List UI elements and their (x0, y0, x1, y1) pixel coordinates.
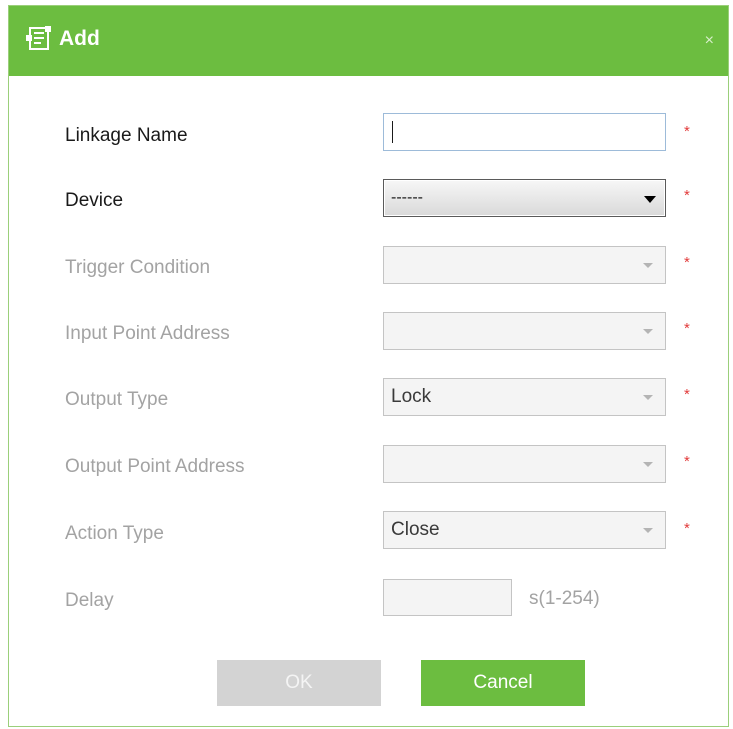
required-mark: * (684, 123, 690, 140)
cancel-button[interactable]: Cancel (421, 660, 585, 706)
required-mark: * (684, 520, 690, 537)
device-select[interactable]: ------ (383, 179, 666, 217)
action-type-select[interactable]: Close (383, 511, 666, 549)
required-mark: * (684, 320, 690, 337)
input-point-address-select[interactable] (383, 312, 666, 350)
trigger-condition-label: Trigger Condition (65, 257, 211, 278)
required-mark: * (684, 187, 690, 204)
delay-input[interactable] (383, 579, 512, 616)
dialog-body: Linkage Name * Device ------ * Trigger C… (9, 76, 728, 726)
dialog-title: Add (59, 27, 100, 50)
chevron-down-icon (643, 528, 653, 533)
device-select-value: ------ (391, 189, 423, 206)
chevron-down-icon (643, 329, 653, 334)
device-label: Device (65, 190, 124, 211)
input-point-address-label: Input Point Address (65, 323, 230, 344)
output-point-address-select[interactable] (383, 445, 666, 483)
text-caret (392, 121, 393, 143)
add-dialog: Add × Linkage Name * Device ------ * Tri… (8, 5, 729, 727)
output-type-label: Output Type (65, 389, 169, 410)
required-mark: * (684, 386, 690, 403)
output-type-select[interactable]: Lock (383, 378, 666, 416)
delay-label: Delay (65, 590, 114, 611)
chevron-down-icon (643, 462, 653, 467)
delay-unit-text: s(1-254) (529, 588, 600, 609)
required-mark: * (684, 254, 690, 271)
action-type-value: Close (391, 519, 440, 540)
linkage-name-input[interactable] (383, 113, 666, 151)
ok-button[interactable]: OK (217, 660, 381, 706)
action-type-label: Action Type (65, 523, 164, 544)
chevron-down-icon (644, 196, 656, 203)
output-point-address-label: Output Point Address (65, 456, 245, 477)
trigger-condition-select[interactable] (383, 246, 666, 284)
form-edit-icon (26, 25, 52, 51)
close-icon[interactable]: × (705, 32, 714, 50)
linkage-name-label: Linkage Name (65, 125, 188, 146)
chevron-down-icon (643, 263, 653, 268)
output-type-value: Lock (391, 386, 432, 407)
dialog-titlebar[interactable]: Add × (9, 6, 728, 76)
required-mark: * (684, 453, 690, 470)
chevron-down-icon (643, 395, 653, 400)
